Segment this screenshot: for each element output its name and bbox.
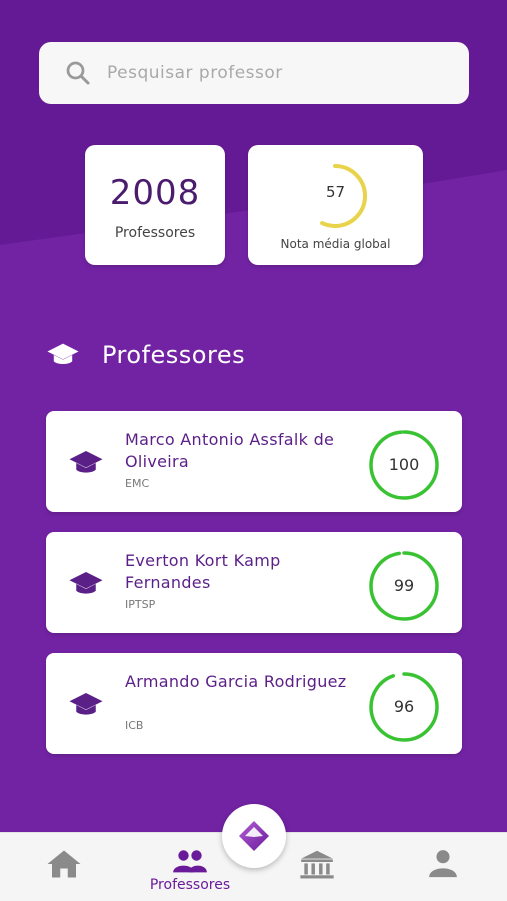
person-icon	[429, 850, 457, 878]
institution-icon	[300, 850, 334, 879]
nav-profile[interactable]	[398, 833, 488, 901]
diamond-logo-icon	[239, 821, 269, 851]
section-title: Professores	[46, 338, 245, 372]
professor-card[interactable]: Marco Antonio Assfalk de Oliveira EMC 10…	[46, 411, 462, 512]
global-average-card: 57 Nota média global	[248, 145, 423, 265]
professor-count: 2008	[109, 173, 201, 213]
professor-score: 99	[393, 576, 415, 595]
search-icon	[66, 61, 90, 85]
people-icon	[173, 850, 207, 873]
professor-name: Everton Kort Kamp Fernandes	[125, 551, 281, 592]
nav-institution[interactable]	[272, 833, 362, 901]
nav-home[interactable]	[19, 833, 109, 901]
professor-score: 100	[388, 455, 420, 474]
professor-department: ICB	[125, 719, 144, 732]
professor-score: 96	[393, 697, 415, 716]
nav-professors[interactable]: Professores	[145, 833, 235, 901]
professor-count-label: Professores	[114, 225, 196, 241]
graduation-cap-icon	[69, 693, 103, 715]
graduation-cap-icon	[69, 572, 103, 594]
graduation-cap-icon	[47, 343, 79, 365]
professor-name: Marco Antonio Assfalk de Oliveira	[125, 430, 335, 471]
search-bar[interactable]	[39, 42, 469, 104]
professor-count-card: 2008 Professores	[85, 145, 225, 265]
nav-professors-label: Professores	[149, 877, 231, 893]
professor-card[interactable]: Armando Garcia Rodriguez ICB 96	[46, 653, 462, 754]
app-logo-button[interactable]	[222, 804, 286, 868]
search-input[interactable]	[105, 62, 439, 84]
graduation-cap-icon	[69, 451, 103, 473]
professor-card[interactable]: Everton Kort Kamp Fernandes IPTSP 99	[46, 532, 462, 633]
home-icon	[47, 850, 81, 878]
professor-department: EMC	[125, 477, 150, 490]
professor-department: IPTSP	[125, 598, 156, 611]
global-average-value: 57	[325, 183, 346, 201]
global-average-label: Nota média global	[280, 237, 391, 251]
professor-name: Armando Garcia Rodriguez	[125, 672, 347, 691]
section-title-text: Professores	[102, 341, 246, 369]
